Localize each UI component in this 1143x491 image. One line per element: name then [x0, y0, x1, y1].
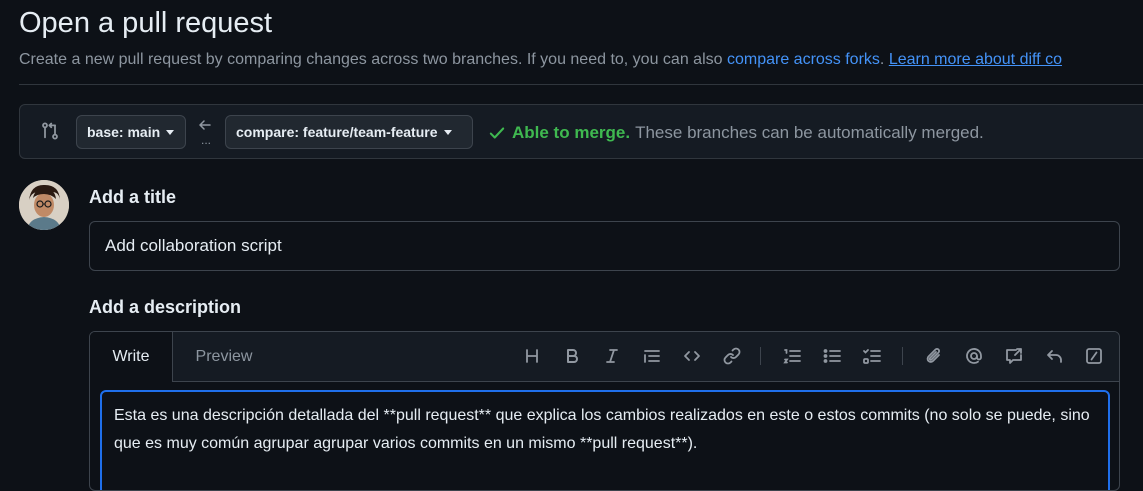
italic-icon[interactable]: [602, 346, 622, 366]
base-branch-button[interactable]: base: main: [76, 115, 186, 149]
undo-icon[interactable]: [1044, 346, 1064, 366]
merge-message: These branches can be automatically merg…: [635, 123, 984, 142]
tab-preview[interactable]: Preview: [173, 332, 275, 381]
learn-more-link[interactable]: Learn more about diff co: [889, 51, 1062, 68]
description-editor: Write Preview Esta es una descripción de…: [89, 331, 1120, 491]
heading-icon[interactable]: [522, 346, 542, 366]
avatar[interactable]: [19, 180, 69, 230]
ellipsis-icon: ...: [201, 133, 212, 147]
merge-status: Able to merge. These branches can be aut…: [488, 123, 984, 143]
ordered-list-icon[interactable]: [782, 346, 802, 366]
toolbar-divider: [902, 347, 903, 365]
attach-icon[interactable]: [924, 346, 944, 366]
header-divider: [19, 84, 1143, 85]
page-title: Open a pull request: [19, 7, 273, 39]
chevron-down-icon: [166, 129, 175, 135]
arrow-left-icon: [197, 117, 213, 133]
reference-icon[interactable]: [1004, 346, 1024, 366]
toolbar-divider: [760, 347, 761, 365]
merge-ok-text: Able to merge.: [512, 123, 631, 142]
title-label: Add a title: [89, 187, 177, 207]
compare-branch-label: compare: feature/team-feature: [236, 124, 438, 140]
slash-command-icon[interactable]: [1084, 346, 1104, 366]
subtitle-period: .: [879, 51, 885, 68]
bold-icon[interactable]: [562, 346, 582, 366]
link-icon[interactable]: [722, 346, 742, 366]
tab-write[interactable]: Write: [90, 332, 173, 382]
editor-toolbar: Write Preview: [90, 332, 1119, 382]
base-branch-label: base: main: [87, 124, 161, 140]
check-icon: [488, 124, 506, 142]
page-subtitle: Create a new pull request by comparing c…: [19, 51, 1062, 69]
compare-arrows-icon: [40, 121, 60, 141]
unordered-list-icon[interactable]: [822, 346, 842, 366]
chevron-down-icon: [443, 129, 452, 135]
description-label: Add a description: [89, 297, 242, 317]
code-icon[interactable]: [682, 346, 702, 366]
mention-icon[interactable]: [964, 346, 984, 366]
title-input[interactable]: [89, 221, 1120, 271]
compare-forks-link[interactable]: compare across forks: [727, 51, 880, 68]
subtitle-text: Create a new pull request by comparing c…: [19, 51, 723, 68]
compare-bar: base: main ... compare: feature/team-fea…: [19, 104, 1143, 159]
quote-icon[interactable]: [642, 346, 662, 366]
compare-branch-button[interactable]: compare: feature/team-feature: [225, 115, 473, 149]
description-textarea[interactable]: Esta es una descripción detallada del **…: [100, 390, 1110, 490]
task-list-icon[interactable]: [862, 346, 882, 366]
